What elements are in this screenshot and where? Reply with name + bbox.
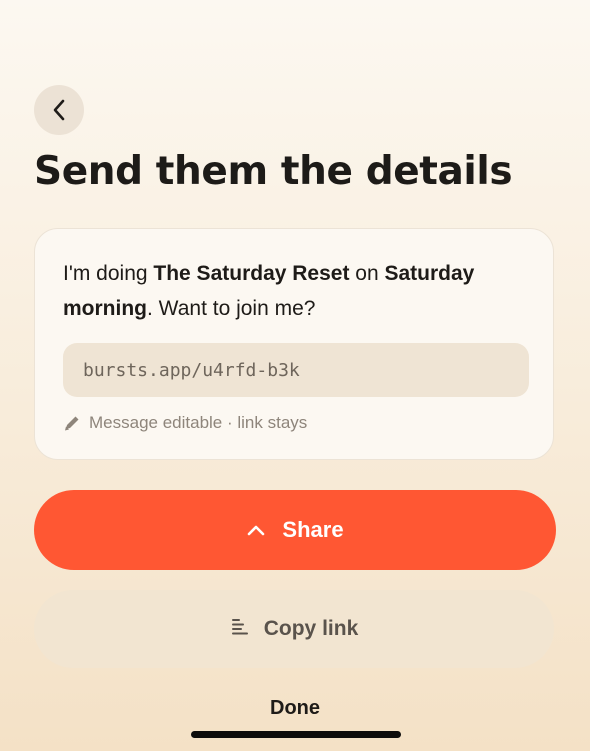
home-indicator — [191, 731, 401, 738]
chevron-up-icon — [246, 517, 266, 543]
share-button[interactable]: Share — [34, 490, 556, 570]
edit-hint-text: Message editable · link stays — [89, 413, 308, 432]
message-prefix: I'm doing — [63, 262, 154, 285]
message-card: I'm doing The Saturday Reset on Saturday… — [34, 228, 554, 460]
done-button[interactable]: Done — [0, 697, 590, 720]
message-event-name: The Saturday Reset — [153, 262, 350, 285]
message-suffix: . Want to join me? — [147, 297, 316, 320]
share-link-field[interactable]: bursts.app/u4rfd-b3k — [63, 343, 529, 397]
share-button-label: Share — [282, 517, 344, 542]
chevron-left-icon — [52, 99, 66, 121]
message-middle: on — [349, 262, 385, 285]
copy-link-button[interactable]: Copy link — [34, 590, 554, 668]
invite-message[interactable]: I'm doing The Saturday Reset on Saturday… — [63, 256, 533, 326]
edit-hint: Message editable · link stays — [63, 413, 307, 433]
page-title: Send them the details — [34, 149, 513, 194]
lines-icon — [230, 616, 250, 642]
share-link-text: bursts.app/u4rfd-b3k — [83, 359, 300, 381]
pencil-icon — [63, 414, 81, 432]
back-button[interactable] — [34, 85, 84, 135]
copy-link-label: Copy link — [263, 617, 359, 640]
